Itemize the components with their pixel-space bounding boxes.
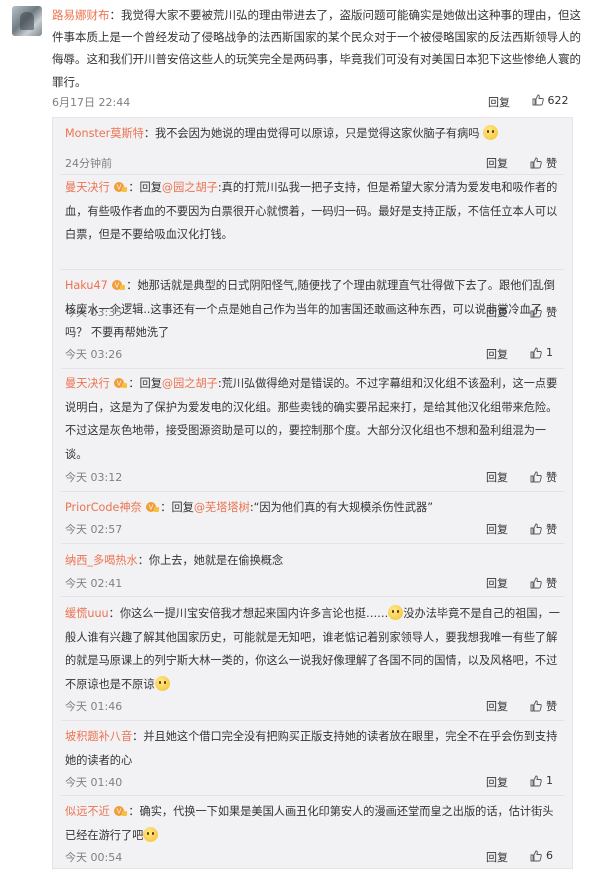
comment-time: 6月17日 22:44 bbox=[52, 96, 131, 109]
like-count: 6 bbox=[546, 849, 553, 862]
mention-link[interactable]: @园之胡子 bbox=[162, 377, 218, 390]
thumbs-up-icon bbox=[530, 157, 542, 169]
comment-thread: 路易娜财布：我觉得大家不要被荒川弘的理由带进去了，盗版问题可能确实是她做出这种事… bbox=[0, 0, 603, 869]
confused-emoji-icon bbox=[483, 125, 499, 140]
reply-button[interactable]: 回复 bbox=[486, 774, 508, 790]
reply-text: ：并且她这个借口完全没有把购买正版支持她的读者放在眼里，完全不在乎会伤到支持她的… bbox=[65, 730, 558, 767]
like-count: 1 bbox=[546, 346, 553, 359]
thumbs-up-icon bbox=[530, 850, 542, 862]
reply-button[interactable]: 回复 bbox=[486, 849, 508, 865]
vip-badge-icon: V bbox=[111, 276, 126, 290]
reply-time: 今天 01:46 bbox=[65, 700, 123, 713]
avatar[interactable] bbox=[12, 6, 42, 36]
divider bbox=[61, 720, 564, 721]
like-count: 622 bbox=[547, 94, 569, 107]
reply-button[interactable]: 回复 bbox=[486, 346, 508, 362]
reply-text: ：你这么一提川宝安倍我才想起来国内许多言论也挺…… bbox=[108, 607, 389, 620]
like-button[interactable]: 赞 bbox=[530, 521, 557, 537]
like-count: 赞 bbox=[546, 157, 557, 170]
reply-username[interactable]: Haku47 bbox=[65, 279, 108, 292]
reply-username[interactable]: 似远不近 bbox=[65, 805, 110, 818]
reply-time: 今天 03:26 bbox=[65, 348, 123, 361]
reply-text: ：确实，代换一下如果是美国人画丑化印第安人的漫画还堂而皇之出版的话，估计街头已经… bbox=[65, 805, 554, 842]
like-button[interactable]: 1 bbox=[530, 346, 553, 359]
svg-text:V: V bbox=[117, 809, 122, 816]
divider bbox=[61, 543, 564, 544]
divider bbox=[61, 596, 564, 597]
divider bbox=[61, 174, 564, 175]
laugh-emoji-icon bbox=[143, 826, 159, 842]
smile-emoji-icon bbox=[154, 675, 170, 691]
like-button[interactable]: 赞 bbox=[530, 575, 557, 591]
reply-time: 今天 01:40 bbox=[65, 776, 123, 789]
like-button[interactable]: 6 bbox=[530, 849, 553, 862]
replies-panel: Monster莫斯特：我不会因为她说的理由觉得可以原谅，只是觉得这家伙脑子有病吗… bbox=[52, 117, 573, 869]
vip-badge-icon: V bbox=[145, 498, 160, 512]
svg-text:V: V bbox=[117, 381, 122, 388]
reply-button[interactable]: 回复 bbox=[486, 698, 508, 714]
reply-time: 24分钟前 bbox=[65, 157, 112, 170]
reply-username[interactable]: 曼天决行 bbox=[65, 181, 110, 194]
like-button[interactable]: 赞 bbox=[530, 469, 557, 485]
sad-emoji-icon bbox=[388, 605, 404, 620]
divider bbox=[61, 795, 564, 796]
thumbs-up-icon bbox=[532, 94, 544, 106]
vip-badge-icon: V bbox=[113, 802, 128, 816]
reply-text: :“因为他们真的有大规模杀伤性武器” bbox=[249, 501, 433, 514]
mention-link[interactable]: @芜塔塔树 bbox=[194, 501, 250, 514]
svg-text:V: V bbox=[115, 283, 120, 290]
thumbs-up-icon bbox=[530, 577, 542, 589]
thumbs-up-icon bbox=[530, 700, 542, 712]
reply-username[interactable]: PriorCode神奈 bbox=[65, 501, 142, 514]
vip-badge-icon: V bbox=[113, 374, 128, 388]
reply-time: 今天 03:12 bbox=[65, 471, 123, 484]
reply-text: ：我不会因为她说的理由觉得可以原谅，只是觉得这家伙脑子有病吗 bbox=[143, 127, 480, 140]
thumbs-up-icon bbox=[530, 523, 542, 535]
like-count: 1 bbox=[546, 774, 553, 787]
reply-username[interactable]: 缓慌uuu bbox=[65, 607, 109, 620]
reply-button[interactable]: 回复 bbox=[486, 521, 508, 537]
reply-button[interactable]: 回复 bbox=[486, 575, 508, 591]
like-button[interactable]: 赞 bbox=[530, 155, 557, 171]
reply-username[interactable]: 坡积题补八音 bbox=[65, 730, 132, 743]
comment-username[interactable]: 路易娜财布 bbox=[52, 8, 110, 22]
reply-time: 今天 02:57 bbox=[65, 523, 123, 536]
reply-time: 今天 02:41 bbox=[65, 577, 123, 590]
comment-text: ：我觉得大家不要被荒川弘的理由带进去了，盗版问题可能确实是她做出这种事的理由，但… bbox=[52, 8, 581, 89]
like-button[interactable]: 赞 bbox=[530, 698, 557, 714]
like-count: 赞 bbox=[546, 471, 557, 484]
divider bbox=[61, 269, 564, 270]
like-count: 赞 bbox=[546, 523, 557, 536]
like-button[interactable]: 1 bbox=[530, 774, 553, 787]
reply-username[interactable]: 曼天决行 bbox=[65, 377, 110, 390]
thumbs-up-icon bbox=[530, 347, 542, 359]
svg-text:V: V bbox=[149, 505, 154, 512]
mention-link[interactable]: @园之胡子 bbox=[162, 181, 218, 194]
reply-time: 今天 00:54 bbox=[65, 851, 123, 864]
vip-badge-icon: V bbox=[113, 178, 128, 192]
divider bbox=[61, 368, 564, 369]
thumbs-up-icon bbox=[530, 471, 542, 483]
thumbs-up-icon bbox=[530, 775, 542, 787]
reply-text: ：你上去，她就是在偷换概念 bbox=[137, 554, 284, 567]
divider bbox=[61, 491, 564, 492]
reply-button[interactable]: 回复 bbox=[486, 469, 508, 485]
reply-username[interactable]: Monster莫斯特 bbox=[65, 127, 144, 140]
like-button[interactable]: 622 bbox=[532, 94, 569, 110]
main-comment-body: 路易娜财布：我觉得大家不要被荒川弘的理由带进去了，盗版问题可能确实是她做出这种事… bbox=[52, 4, 582, 93]
like-count: 赞 bbox=[546, 700, 557, 713]
svg-text:V: V bbox=[117, 185, 122, 192]
like-count: 赞 bbox=[546, 577, 557, 590]
reply-username[interactable]: 纳西_多喝热水 bbox=[65, 554, 138, 567]
reply-text: ：她那话就是典型的日式阴阳怪气,随便找了个理由就理直气壮得做下去了。跟他们乱倒核… bbox=[65, 279, 555, 339]
reply-button[interactable]: 回复 bbox=[486, 155, 508, 171]
